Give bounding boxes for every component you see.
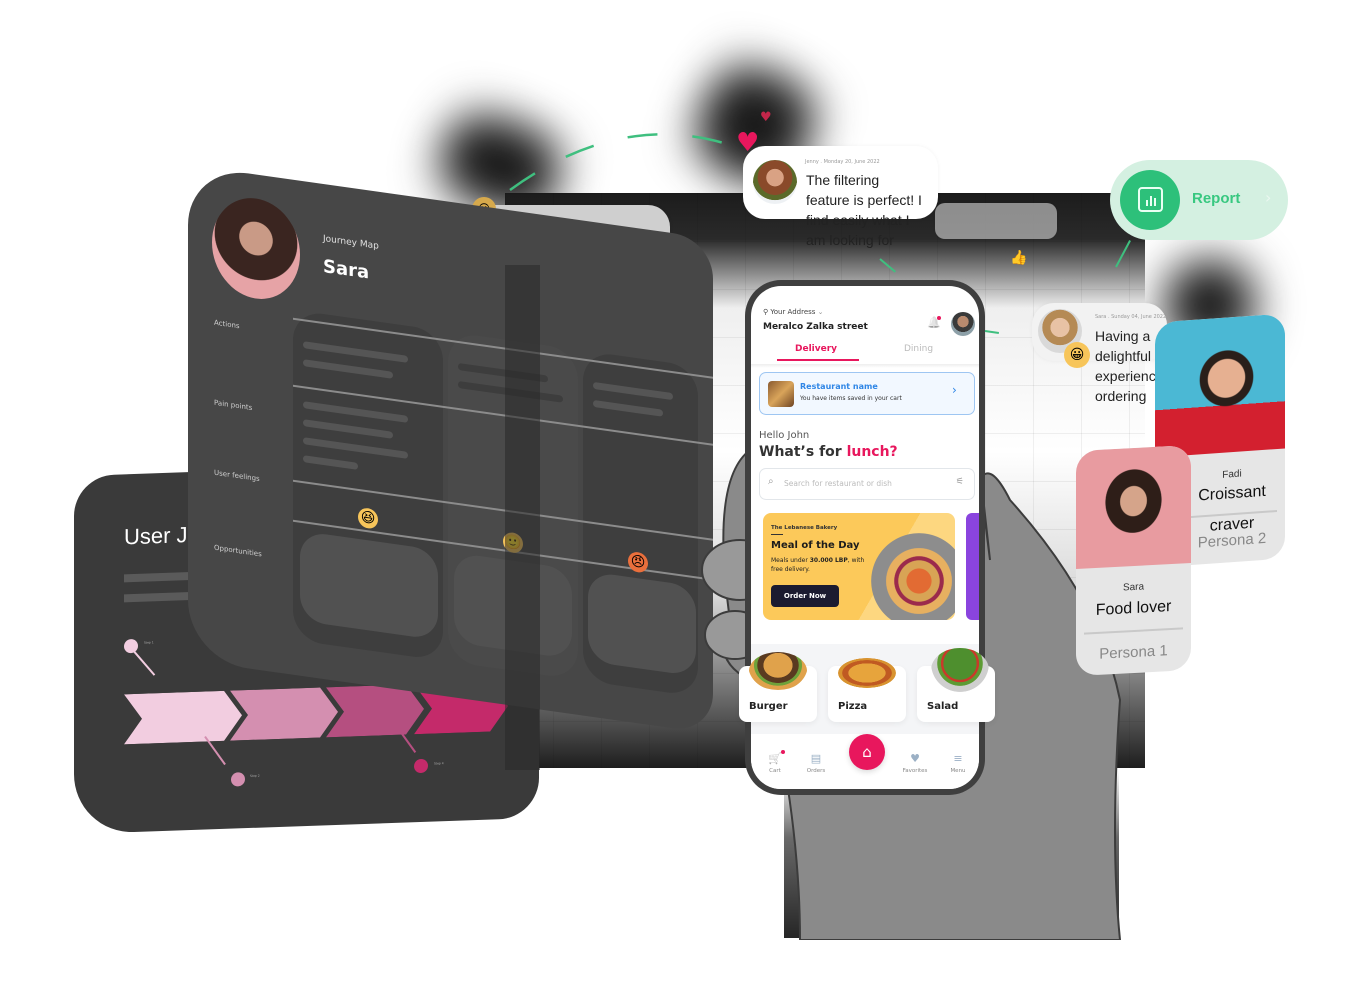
address-label[interactable]: ⚲ Your Address ⌄ [763, 308, 824, 316]
filter-icon[interactable]: ⚟ [956, 477, 964, 487]
placeholder-bar [124, 591, 194, 603]
headline-prefix: What’s for [759, 444, 847, 460]
nav-label: Menu [950, 768, 966, 774]
report-label: Report [1192, 190, 1241, 207]
address-value[interactable]: Meralco Zalka street [763, 322, 868, 332]
category-label: Burger [749, 701, 788, 712]
home-icon: ⌂ [862, 743, 872, 761]
nav-label: Orders [806, 768, 826, 774]
step-label: Step 1 [144, 640, 154, 645]
cart-badge-dot [781, 750, 785, 754]
profile-avatar[interactable] [951, 312, 975, 336]
avatar [212, 192, 300, 305]
tabs-divider [751, 364, 979, 368]
category-label: Salad [927, 701, 959, 712]
category-pizza[interactable]: Pizza [828, 658, 906, 722]
step-label: Step 2 [250, 773, 260, 778]
step-pin [231, 772, 245, 787]
journey-map-card: Journey Map Sara Actions Pain points Use… [188, 165, 713, 734]
comment-meta: Jenny . Monday 20, June 2022 [805, 159, 880, 165]
persona-name: Sara [1122, 581, 1145, 594]
persona-card-sara[interactable]: Sara Food lover Persona 1 [1076, 444, 1191, 677]
row-label-actions: Actions [214, 318, 240, 331]
restaurant-thumbnail [768, 381, 794, 407]
chevron-right-icon: › [952, 383, 957, 397]
chevron-step-3 [326, 684, 424, 738]
dashed-arc [509, 133, 731, 192]
persona-number: Persona 1 [1099, 642, 1168, 663]
headline-accent: lunch? [846, 444, 898, 460]
nav-favorites[interactable]: ♥ Favorites [897, 752, 933, 774]
tab-delivery[interactable]: Delivery [795, 344, 837, 354]
category-label: Pizza [838, 701, 868, 712]
restaurant-name: Restaurant name [800, 382, 878, 391]
thumbs-up-icon: 👍 [1010, 250, 1028, 266]
saved-cart-banner[interactable]: Restaurant name You have items saved in … [759, 372, 975, 415]
opportunity-box [588, 571, 696, 677]
chevron-step-2 [230, 687, 338, 741]
salad-image [931, 648, 989, 692]
category-burger[interactable]: Burger [739, 652, 817, 722]
promo-brand: The Lebanese Bakery [771, 525, 838, 531]
location-pin-icon: ⚲ [763, 308, 769, 316]
row-label-pain-points: Pain points [214, 398, 253, 413]
heart-icon: ♥ [760, 110, 772, 125]
step-label: Step 4 [434, 761, 444, 766]
orders-icon: ▤ [810, 752, 822, 765]
address-label-text: Your Address [770, 308, 816, 316]
promo-subtitle: Meals under 30.000 LBP, with free delive… [771, 556, 871, 574]
burger-image [749, 652, 807, 690]
meal-image [871, 533, 955, 620]
persona-photo [1155, 313, 1285, 458]
promo-card[interactable]: The Lebanese Bakery Meal of the Day Meal… [763, 513, 955, 620]
cart-subtitle: You have items saved in your cart [800, 395, 902, 402]
search-placeholder: Search for restaurant or dish [784, 479, 892, 488]
search-input[interactable]: ⌕ Search for restaurant or dish ⚟ [759, 468, 975, 500]
headline: What’s for lunch? [759, 444, 898, 460]
tab-dining[interactable]: Dining [904, 344, 933, 354]
translucent-panel [505, 265, 540, 770]
persona-divider [1084, 627, 1183, 635]
nav-menu[interactable]: ≡ Menu [940, 752, 976, 774]
promo-sub-prefix: Meals under [771, 557, 810, 564]
row-label-opportunities: Opportunities [214, 543, 262, 559]
persona-role: Food lover [1095, 598, 1172, 619]
comment-meta: Sara . Sunday 04, June 2022 [1095, 314, 1167, 320]
journey-map-subtitle: Journey Map [323, 233, 379, 252]
comment-text: The filtering feature is perfect! I find… [806, 172, 922, 248]
notification-dot [937, 316, 941, 320]
chevron-down-icon: ⌄ [817, 308, 824, 316]
promo-price: 30.000 LBP [809, 557, 848, 564]
home-button[interactable]: ⌂ [849, 734, 885, 770]
pizza-image [838, 658, 896, 688]
active-tab-indicator [777, 359, 859, 361]
promo-brand-underline [771, 534, 783, 535]
chevron-step-1 [124, 690, 242, 745]
row-label-user-feelings: User feelings [214, 468, 260, 484]
order-now-button[interactable]: Order Now [771, 585, 839, 607]
bar-chart-icon [1138, 187, 1163, 212]
report-button[interactable]: Report › [1110, 160, 1288, 240]
greeting: Hello John [759, 430, 810, 441]
nav-cart[interactable]: 🛒 Cart [757, 752, 793, 774]
step-connector [131, 648, 156, 676]
next-promo-card[interactable] [966, 513, 979, 620]
nav-orders[interactable]: ▤ Orders [798, 752, 834, 774]
placeholder-bar [124, 571, 194, 583]
heart-icon: ♥ [910, 752, 920, 765]
cart-icon: 🛒 [768, 752, 782, 765]
chevron-right-icon: › [1265, 188, 1272, 207]
avatar [753, 160, 797, 204]
grin-emoji: 😀 [1064, 342, 1090, 368]
persona-photo [1076, 444, 1191, 570]
promo-title: Meal of the Day [771, 540, 860, 551]
menu-icon: ≡ [953, 752, 963, 765]
search-icon: ⌕ [768, 476, 774, 487]
category-salad[interactable]: Salad [917, 648, 995, 722]
journey-map-name: Sara [323, 255, 370, 284]
nav-label: Cart [769, 768, 781, 774]
faded-comment-card [935, 203, 1057, 239]
nav-label: Favorites [902, 768, 928, 774]
step-pin [414, 758, 428, 774]
